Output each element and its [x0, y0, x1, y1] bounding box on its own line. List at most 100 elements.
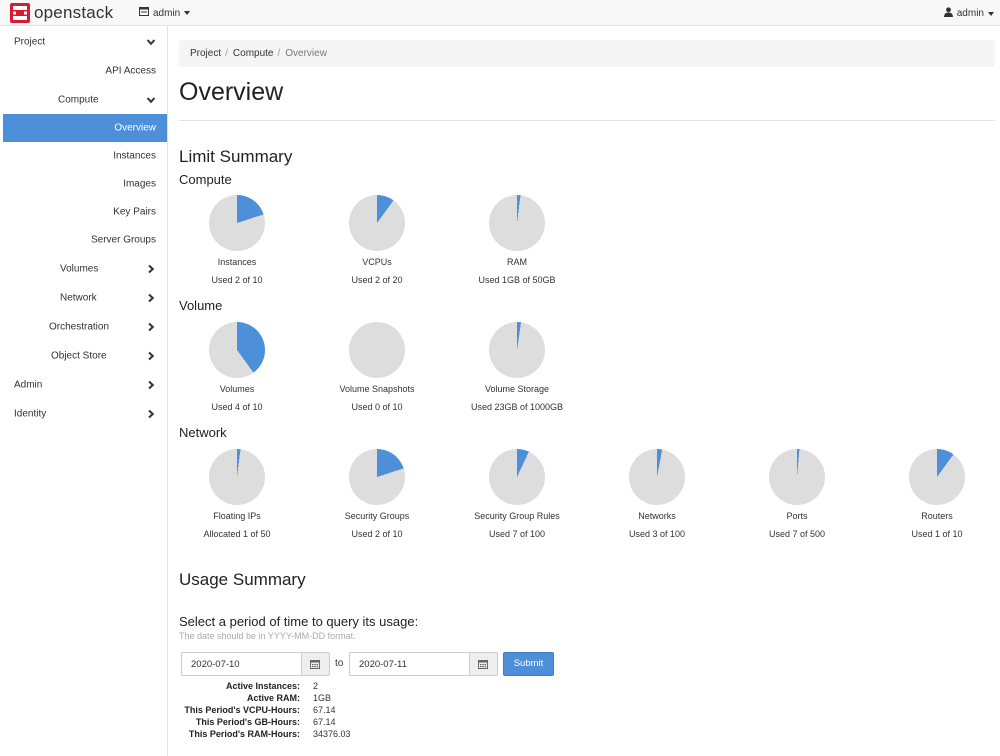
chevron-down-icon	[146, 39, 156, 46]
volume-snapshots-chart-label: Volume Snapshots	[339, 384, 415, 394]
end-date-calendar-button[interactable]	[470, 652, 498, 676]
chevron-right-icon	[148, 380, 155, 390]
sidebar-item-label: Overview	[114, 122, 156, 134]
breadcrumb-link-compute[interactable]: Compute	[233, 48, 274, 59]
security-group-rules-pie-chart	[489, 449, 545, 505]
sidebar-item-label: Volumes	[60, 263, 99, 275]
openstack-logo[interactable]: openstack	[10, 3, 113, 23]
sidebar-item-overview[interactable]: Overview	[3, 114, 167, 142]
networks-chart-label: Networks	[638, 511, 676, 521]
volume-snapshots-usage-text: Used 0 of 10	[351, 402, 403, 412]
ram-usage-text: Used 1GB of 50GB	[478, 275, 556, 285]
sidebar-item-api-access[interactable]: API Access	[3, 57, 167, 85]
openstack-logo-icon	[10, 3, 30, 23]
routers-pie-chart	[909, 449, 965, 505]
instances-usage-text: Used 2 of 10	[211, 275, 263, 285]
sidebar-item-object-store[interactable]: Object Store	[3, 342, 167, 370]
sidebar-item-admin[interactable]: Admin	[3, 371, 167, 399]
calendar-icon	[478, 660, 488, 669]
volumes-usage-text: Used 4 of 10	[211, 402, 263, 412]
calendar-icon	[310, 660, 320, 669]
date-format-hint: The date should be in YYYY-MM-DD format.	[179, 631, 356, 641]
sidebar-item-server-groups[interactable]: Server Groups	[3, 226, 167, 254]
gb-hours-label: This Period's GB-Hours:	[195, 717, 300, 727]
user-menu-dropdown[interactable]: admin	[943, 7, 994, 20]
sidebar-item-project[interactable]: Project	[3, 28, 167, 56]
volume-storage-pie-chart	[489, 322, 545, 378]
active-ram-value: 1GB	[313, 693, 332, 703]
instances-pie-chart	[209, 195, 265, 251]
top-navbar: openstack admin admin	[0, 0, 1000, 26]
network-limits-heading: Network	[179, 425, 227, 440]
sidebar-item-volumes[interactable]: Volumes	[3, 255, 167, 283]
sidebar-item-orchestration[interactable]: Orchestration	[3, 313, 167, 341]
submit-button[interactable]: Submit	[503, 652, 554, 676]
ram-hours-value: 34376.03	[313, 729, 351, 739]
date-range-to-label: to	[335, 658, 344, 669]
breadcrumb-link-project[interactable]: Project	[190, 48, 221, 59]
usage-summary-heading: Usage Summary	[179, 570, 306, 589]
ports-pie-chart	[769, 449, 825, 505]
breadcrumb: Project / Compute / Overview	[179, 40, 995, 67]
start-date-input[interactable]: 2020-07-10	[181, 652, 302, 676]
chevron-right-icon	[148, 409, 155, 419]
gb-hours-value: 67.14	[313, 717, 336, 727]
sidebar-item-label: Orchestration	[49, 321, 110, 333]
breadcrumb-separator: /	[277, 48, 281, 59]
sidebar-item-compute[interactable]: Compute	[3, 86, 167, 114]
instances-chart-label: Instances	[217, 257, 257, 267]
sidebar: Project API Access Compute Overview Inst…	[0, 26, 168, 756]
sidebar-item-label: Key Pairs	[113, 206, 156, 218]
active-instances-value: 2	[313, 681, 319, 691]
chevron-right-icon	[148, 322, 155, 332]
sidebar-item-label: Server Groups	[90, 234, 156, 246]
sidebar-item-key-pairs[interactable]: Key Pairs	[3, 198, 167, 226]
user-icon	[943, 7, 953, 20]
compute-limits-heading: Compute	[179, 172, 232, 187]
ram-chart-label: RAM	[507, 257, 527, 267]
volume-storage-chart-label: Volume Storage	[484, 384, 550, 394]
project-selector-icon	[139, 7, 149, 19]
sidebar-item-images[interactable]: Images	[3, 170, 167, 198]
routers-chart-label: Routers	[921, 511, 953, 521]
volumes-chart-label: Volumes	[219, 384, 255, 394]
sidebar-item-identity[interactable]: Identity	[3, 400, 167, 428]
vcpus-usage-text: Used 2 of 20	[351, 275, 403, 285]
usage-query-heading: Select a period of time to query its usa…	[179, 614, 419, 629]
routers-usage-text: Used 1 of 10	[911, 529, 963, 539]
security-group-rules-usage-text: Used 7 of 100	[488, 529, 546, 539]
sidebar-item-label: Project	[14, 36, 46, 48]
ram-pie-chart	[489, 195, 545, 251]
caret-down-icon	[988, 11, 994, 16]
ram-hours-label: This Period's RAM-Hours:	[188, 729, 300, 739]
sidebar-item-label: Instances	[113, 150, 156, 162]
brand-name: openstack	[34, 3, 114, 22]
floating-ips-pie-chart	[209, 449, 265, 505]
project-selector-label: admin	[153, 7, 181, 19]
chevron-right-icon	[148, 264, 155, 274]
volume-limits-heading: Volume	[179, 298, 223, 313]
floating-ips-chart-label: Floating IPs	[213, 511, 261, 521]
sidebar-item-label: Compute	[58, 94, 99, 106]
active-instances-label: Active Instances:	[225, 681, 300, 691]
vcpu-hours-value: 67.14	[313, 705, 336, 715]
title-divider	[179, 120, 995, 121]
floating-ips-usage-text: Allocated 1 of 50	[203, 529, 271, 539]
sidebar-item-network[interactable]: Network	[3, 284, 167, 312]
page-title: Overview	[179, 78, 284, 106]
sidebar-item-label: Images	[123, 178, 156, 190]
end-date-input[interactable]: 2020-07-11	[349, 652, 470, 676]
chevron-right-icon	[148, 293, 155, 303]
ports-usage-text: Used 7 of 500	[768, 529, 826, 539]
sidebar-item-instances[interactable]: Instances	[3, 142, 167, 170]
ports-chart-label: Ports	[786, 511, 808, 521]
project-selector-dropdown[interactable]: admin	[139, 7, 191, 19]
user-menu-label: admin	[956, 8, 984, 19]
start-date-calendar-button[interactable]	[302, 652, 330, 676]
vcpu-hours-label: This Period's VCPU-Hours:	[184, 705, 300, 715]
sidebar-item-label: Admin	[14, 379, 43, 391]
sidebar-item-label: Identity	[14, 408, 47, 420]
caret-down-icon	[184, 11, 191, 15]
networks-usage-text: Used 3 of 100	[628, 529, 686, 539]
volumes-pie-chart	[209, 322, 265, 378]
